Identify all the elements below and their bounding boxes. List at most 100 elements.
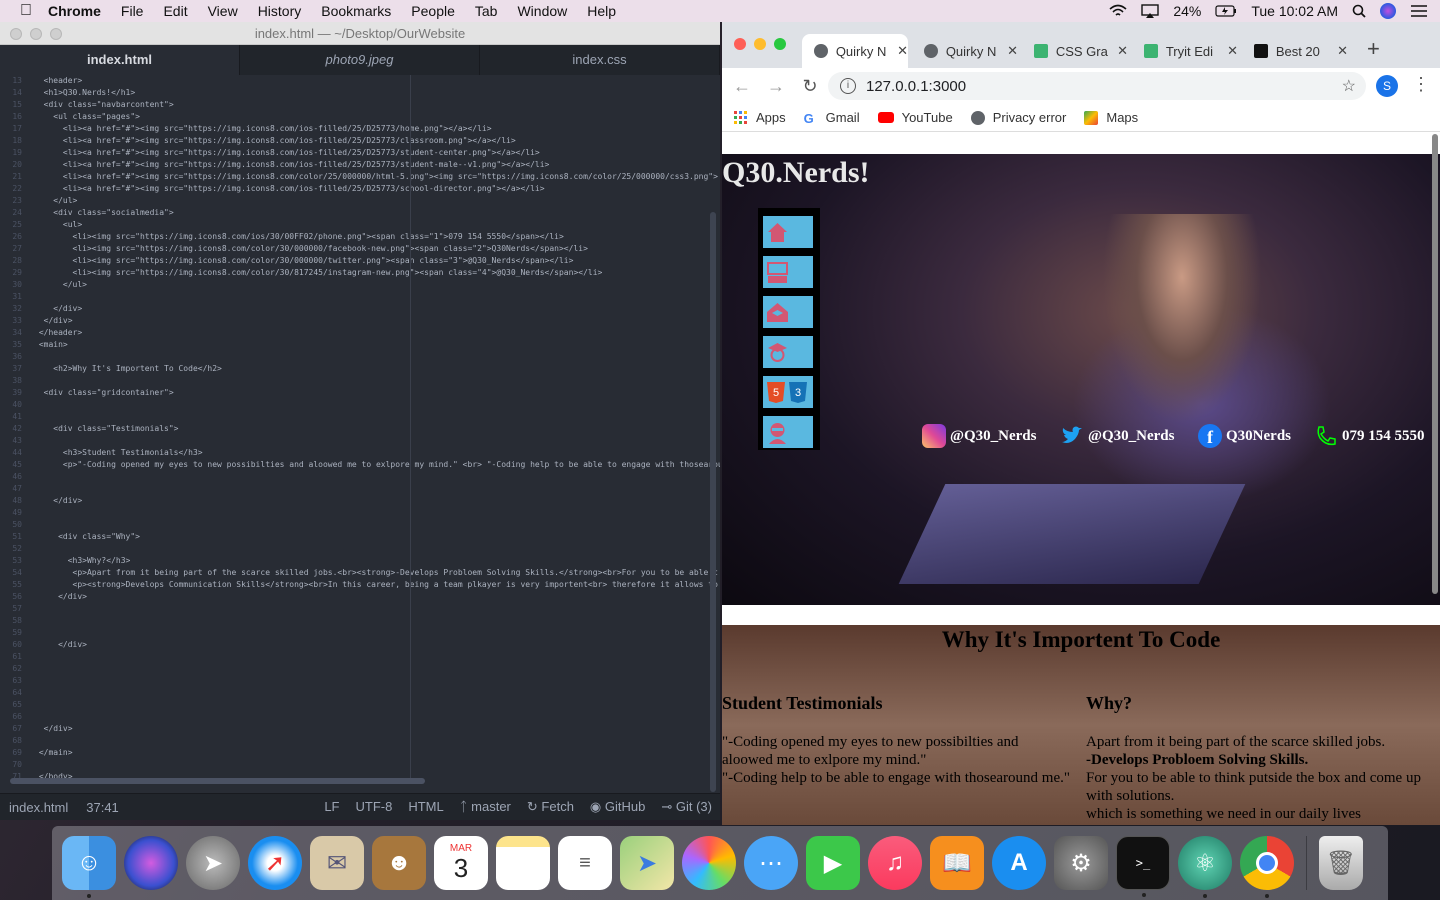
status-line-ending[interactable]: LF: [324, 799, 339, 815]
dock-safari[interactable]: ➚: [248, 836, 302, 890]
social-instagram[interactable]: @Q30_Nerds: [922, 424, 1036, 448]
code-line[interactable]: [34, 627, 720, 639]
code-line[interactable]: </header>: [34, 327, 720, 339]
bookmark-star-icon[interactable]: ☆: [1342, 76, 1356, 96]
dock-reminders[interactable]: ≡: [558, 836, 612, 890]
code-line[interactable]: <li><a href="#"><img src="https://img.ic…: [34, 135, 720, 147]
menu-bookmarks[interactable]: Bookmarks: [321, 3, 391, 19]
tab-index-html[interactable]: index.html: [0, 45, 240, 75]
airplay-icon[interactable]: [1141, 4, 1160, 18]
dock-trash[interactable]: 🗑: [1319, 836, 1363, 890]
code-line[interactable]: [34, 543, 720, 555]
code-line[interactable]: [34, 603, 720, 615]
siri-menu-icon[interactable]: [1380, 3, 1396, 19]
vertical-scrollbar[interactable]: [710, 212, 716, 792]
dock-mail[interactable]: ✉: [310, 836, 364, 890]
status-github[interactable]: ◉ GitHub: [590, 799, 645, 815]
code-line[interactable]: <li><a href="#"><img src="https://img.ic…: [34, 171, 720, 183]
code-line[interactable]: [34, 435, 720, 447]
code-line[interactable]: <li><img src="https://img.icons8.com/col…: [34, 243, 720, 255]
dock-siri[interactable]: [124, 836, 178, 890]
code-line[interactable]: <div class="Why">: [34, 531, 720, 543]
forward-arrow-icon[interactable]: →: [762, 76, 790, 97]
code-line[interactable]: [34, 375, 720, 387]
url-text[interactable]: 127.0.0.1:3000: [866, 78, 966, 95]
bookmark-apps[interactable]: Apps: [734, 110, 786, 125]
bookmark-privacy-error[interactable]: Privacy error: [970, 110, 1066, 125]
menu-view[interactable]: View: [208, 3, 238, 19]
code-line[interactable]: <main>: [34, 339, 720, 351]
nav-home[interactable]: [763, 216, 813, 248]
close-tab-icon[interactable]: ✕: [897, 43, 908, 59]
code-line[interactable]: </div>: [34, 495, 720, 507]
close-tab-icon[interactable]: ✕: [1227, 43, 1238, 59]
menu-history[interactable]: History: [258, 3, 302, 19]
code-line[interactable]: [34, 291, 720, 303]
code-line[interactable]: <p><strong>Develops Communication Skills…: [34, 579, 720, 591]
code-line[interactable]: </div>: [34, 639, 720, 651]
code-line[interactable]: </div>: [34, 723, 720, 735]
code-line[interactable]: <div class="navbarcontent">: [34, 99, 720, 111]
close-tab-icon[interactable]: ✕: [1117, 43, 1128, 59]
status-fetch[interactable]: ↻ Fetch: [527, 799, 574, 815]
menu-tab[interactable]: Tab: [475, 3, 498, 19]
nav-classroom[interactable]: [763, 256, 813, 288]
code-line[interactable]: </div>: [34, 303, 720, 315]
browser-tab[interactable]: Quirky N ✕: [802, 34, 908, 68]
menu-people[interactable]: People: [411, 3, 455, 19]
code-line[interactable]: [34, 399, 720, 411]
code-line[interactable]: <ul>: [34, 219, 720, 231]
code-line[interactable]: [34, 735, 720, 747]
code-line[interactable]: [34, 699, 720, 711]
code-line[interactable]: <li><a href="#"><img src="https://img.ic…: [34, 159, 720, 171]
code-line[interactable]: [34, 471, 720, 483]
dock-app-store[interactable]: A: [992, 836, 1046, 890]
menu-edit[interactable]: Edit: [163, 3, 187, 19]
nav-html-css[interactable]: 53: [763, 376, 813, 408]
clock[interactable]: Tue 10:02 AM: [1251, 3, 1338, 19]
code-line[interactable]: [34, 351, 720, 363]
dock-system-preferences[interactable]: ⚙: [1054, 836, 1108, 890]
code-line[interactable]: [34, 507, 720, 519]
status-cursor-position[interactable]: 37:41: [86, 800, 119, 815]
minimize-button[interactable]: [754, 38, 766, 50]
status-encoding[interactable]: UTF-8: [356, 799, 393, 815]
address-bar[interactable]: i 127.0.0.1:3000 ☆: [828, 72, 1366, 100]
bookmark-maps[interactable]: Maps: [1084, 110, 1138, 125]
close-button[interactable]: [10, 28, 22, 40]
code-line[interactable]: [34, 759, 720, 771]
code-line[interactable]: <p>Apart from it being part of the scarc…: [34, 567, 720, 579]
code-line[interactable]: <li><img src="https://img.icons8.com/ios…: [34, 231, 720, 243]
browser-tab[interactable]: Quirky N ✕: [912, 34, 1018, 68]
reload-icon[interactable]: ↻: [796, 76, 824, 97]
nav-school-director[interactable]: [763, 416, 813, 448]
status-grammar[interactable]: HTML: [408, 799, 443, 815]
code-line[interactable]: </div>: [34, 315, 720, 327]
dock-finder[interactable]: ☺: [62, 836, 116, 898]
horizontal-scrollbar[interactable]: [10, 778, 425, 784]
apple-menu-icon[interactable]: : [20, 3, 36, 19]
page-scrollbar[interactable]: [1432, 134, 1438, 594]
more-menu-icon[interactable]: ⋮: [1412, 74, 1430, 95]
dock-launchpad[interactable]: ➤: [186, 836, 240, 890]
bookmark-youtube[interactable]: YouTube: [877, 110, 953, 125]
code-line[interactable]: [34, 663, 720, 675]
code-line[interactable]: <li><img src="https://img.icons8.com/col…: [34, 267, 720, 279]
dock-notes[interactable]: [496, 836, 550, 890]
social-facebook[interactable]: f Q30Nerds: [1198, 424, 1291, 448]
code-line[interactable]: <li><a href="#"><img src="https://img.ic…: [34, 123, 720, 135]
dock-atom[interactable]: ⚛: [1178, 836, 1232, 898]
dock-itunes[interactable]: ♫: [868, 836, 922, 890]
code-line[interactable]: <li><a href="#"><img src="https://img.ic…: [34, 183, 720, 195]
menu-app-name[interactable]: Chrome: [48, 3, 101, 19]
status-file-name[interactable]: index.html: [9, 800, 68, 815]
dock-terminal[interactable]: >_: [1116, 836, 1170, 897]
code-lines[interactable]: <header> <h1>Q30.Nerds!</h1> <div class=…: [34, 75, 720, 783]
code-line[interactable]: [34, 615, 720, 627]
profile-avatar[interactable]: S: [1376, 75, 1398, 97]
tab-index-css[interactable]: index.css: [480, 45, 720, 75]
status-git-branch[interactable]: ᛏ master: [460, 799, 511, 815]
close-button[interactable]: [734, 38, 746, 50]
dock-calendar[interactable]: MAR 3: [434, 836, 488, 890]
code-line[interactable]: <li><a href="#"><img src="https://img.ic…: [34, 147, 720, 159]
